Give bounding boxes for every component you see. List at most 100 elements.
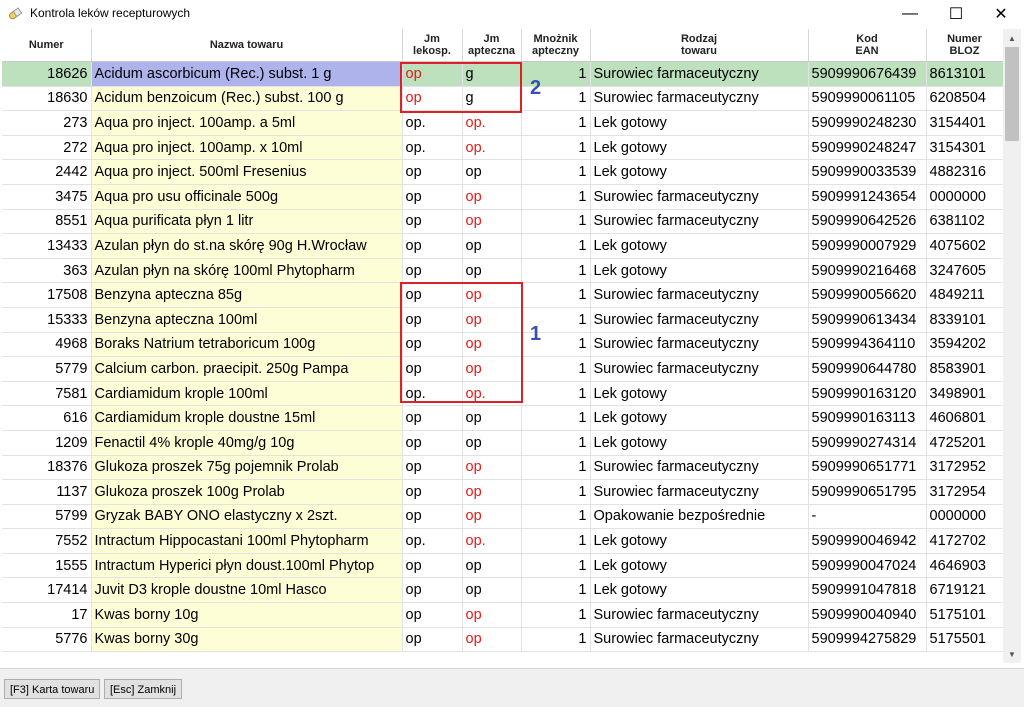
col-header-jm-lekosp[interactable]: Jm lekosp.: [402, 29, 463, 62]
cell-jm-lekosp: op.: [402, 110, 463, 136]
zamknij-button[interactable]: [Esc] Zamknij: [104, 679, 183, 699]
cell-nazwa: Aqua pro inject. 100amp. a 5ml: [91, 110, 403, 136]
table-row[interactable]: 5776 Kwas borny 30g op op 1 Surowiec farmaceu…: [2, 627, 1004, 653]
cell-nazwa: Intractum Hyperici płyn doust.100ml Phyt…: [91, 553, 403, 579]
col-header-numer[interactable]: Numer: [2, 29, 92, 62]
cell-rodzaj: Lek gotowy: [590, 430, 809, 456]
table-row[interactable]: 3475 Aqua pro usu officinale 500g op op 1 Sur…: [2, 184, 1004, 210]
cell-ean: 5909990047024: [808, 553, 927, 579]
table-row[interactable]: 1137 Glukoza proszek 100g Prolab op op 1 Suro…: [2, 479, 1004, 505]
cell-mnoznik: 1: [521, 627, 591, 653]
cell-rodzaj: Lek gotowy: [590, 553, 809, 579]
cell-jm-lekosp: op: [402, 258, 463, 284]
cell-nazwa: Benzyna apteczna 100ml: [91, 307, 403, 333]
col-header-jm-apteczna[interactable]: Jm apteczna: [462, 29, 522, 62]
cell-ean: 5909990033539: [808, 159, 927, 185]
cell-numer: 3475: [2, 184, 92, 210]
cell-bloz: 3154401: [926, 110, 1004, 136]
cell-rodzaj: Surowiec farmaceutyczny: [590, 282, 809, 308]
cell-numer: 18376: [2, 455, 92, 481]
col-header-nazwa[interactable]: Nazwa towaru: [91, 29, 403, 62]
cell-ean: 5909994364110: [808, 332, 927, 358]
cell-rodzaj: Surowiec farmaceutyczny: [590, 455, 809, 481]
table-row[interactable]: 17 Kwas borny 10g op op 1 Surowiec farmaceuty…: [2, 602, 1004, 628]
cell-numer: 272: [2, 135, 92, 161]
cell-ean: 5909990274314: [808, 430, 927, 456]
close-button[interactable]: ✕: [978, 0, 1024, 28]
cell-numer: 18630: [2, 86, 92, 112]
cell-jm-apteczna: op: [462, 233, 522, 259]
cell-nazwa: Aqua purificata płyn 1 litr: [91, 209, 403, 235]
col-header-mnoznik[interactable]: Mnożnik apteczny: [521, 29, 591, 62]
cell-nazwa: Cardiamidum krople 100ml: [91, 381, 403, 407]
cell-numer: 2442: [2, 159, 92, 185]
header-row: Numer Nazwa towaru Jm lekosp. Jm apteczna …: [2, 29, 1004, 62]
cell-bloz: 0000000: [926, 184, 1004, 210]
cell-rodzaj: Lek gotowy: [590, 381, 809, 407]
cell-nazwa: Fenactil 4% krople 40mg/g 10g: [91, 430, 403, 456]
table-row[interactable]: 1209 Fenactil 4% krople 40mg/g 10g op op 1 Le…: [2, 430, 1004, 456]
scroll-up-arrow-icon[interactable]: ▲: [1003, 29, 1021, 47]
cell-rodzaj: Surowiec farmaceutyczny: [590, 307, 809, 333]
cell-bloz: 4646903: [926, 553, 1004, 579]
col-header-rodzaj[interactable]: Rodzaj towaru: [590, 29, 809, 62]
vertical-scrollbar[interactable]: ▲ ▼: [1003, 29, 1021, 663]
table-row[interactable]: 17414 Juvit D3 krople doustne 10ml Hasco o…: [2, 577, 1004, 604]
table-row[interactable]: 8551 Aqua purificata płyn 1 litr op op 1 Suro…: [2, 209, 1004, 235]
cell-nazwa: Glukoza proszek 75g pojemnik Prolab: [91, 455, 403, 481]
cell-bloz: 6381102: [926, 209, 1004, 235]
table-row[interactable]: 7552 Intractum Hippocastani 100ml Phytoph…: [2, 528, 1004, 554]
cell-ean: 5909990056620: [808, 282, 927, 308]
scroll-down-arrow-icon[interactable]: ▼: [1003, 645, 1021, 663]
table-row[interactable]: 1555 Intractum Hyperici płyn doust.100ml …: [2, 553, 1004, 579]
cell-jm-lekosp: op: [402, 479, 463, 505]
cell-numer: 1209: [2, 430, 92, 456]
cell-mnoznik: 1: [521, 110, 591, 136]
cell-nazwa: Cardiamidum krople doustne 15ml: [91, 405, 403, 431]
cell-numer: 616: [2, 405, 92, 431]
cell-jm-apteczna: op: [462, 602, 522, 628]
cell-nazwa: Kwas borny 30g: [91, 627, 403, 653]
cell-jm-lekosp: op: [402, 405, 463, 431]
cell-jm-apteczna: op: [462, 184, 522, 210]
scroll-thumb[interactable]: [1005, 47, 1019, 141]
table-row[interactable]: 2442 Aqua pro inject. 500ml Fresenius op op…: [2, 159, 1004, 185]
cell-bloz: 3172952: [926, 455, 1004, 481]
karta-towaru-button[interactable]: [F3] Karta towaru: [4, 679, 101, 699]
cell-numer: 363: [2, 258, 92, 284]
cell-jm-apteczna: op: [462, 159, 522, 185]
app-pill-icon: [9, 7, 23, 20]
cell-bloz: 8613101: [926, 61, 1004, 87]
cell-nazwa: Boraks Natrium tetraboricum 100g: [91, 332, 403, 358]
cell-rodzaj: Surowiec farmaceutyczny: [590, 332, 809, 358]
cell-numer: 5776: [2, 627, 92, 653]
table-row[interactable]: 5799 Gryzak BABY ONO elastyczny x 2szt. op…: [2, 504, 1004, 530]
cell-ean: 5909990644780: [808, 356, 927, 382]
col-header-ean[interactable]: Kod EAN: [808, 29, 927, 62]
col-header-bloz[interactable]: Numer BLOZ: [926, 29, 1004, 62]
cell-rodzaj: Surowiec farmaceutyczny: [590, 627, 809, 653]
cell-jm-lekosp: op.: [402, 528, 463, 554]
table-row[interactable]: 18376 Glukoza proszek 75g pojemnik Prolab…: [2, 455, 1004, 481]
table-row[interactable]: 363 Azulan płyn na skórę 100ml Phytopharm…: [2, 258, 1004, 284]
minimize-button[interactable]: —: [887, 0, 933, 28]
cell-jm-apteczna: op: [462, 258, 522, 284]
cell-jm-apteczna: op: [462, 430, 522, 456]
table-row[interactable]: 13433 Azulan płyn do st.na skórę 90g H.Wr…: [2, 233, 1004, 259]
cell-rodzaj: Surowiec farmaceutyczny: [590, 356, 809, 382]
cell-ean: 5909990642526: [808, 209, 927, 235]
cell-jm-apteczna: op: [462, 627, 522, 653]
table-row[interactable]: 272 Aqua pro inject. 100amp. x 10ml op. op.…: [2, 135, 1004, 161]
cell-rodzaj: Lek gotowy: [590, 135, 809, 161]
table-row[interactable]: 273 Aqua pro inject. 100amp. a 5ml op. op. 1…: [2, 110, 1004, 136]
table-row[interactable]: 616 Cardiamidum krople doustne 15ml op op 1 L…: [2, 405, 1004, 431]
cell-nazwa: Kwas borny 10g: [91, 602, 403, 628]
cell-jm-apteczna: op: [462, 577, 522, 604]
cell-numer: 8551: [2, 209, 92, 235]
cell-jm-apteczna: op: [462, 405, 522, 431]
cell-bloz: 3154301: [926, 135, 1004, 161]
cell-bloz: 4075602: [926, 233, 1004, 259]
cell-mnoznik: 1: [521, 430, 591, 456]
maximize-button[interactable]: ☐: [933, 0, 979, 28]
cell-ean: 5909991047818: [808, 577, 927, 604]
